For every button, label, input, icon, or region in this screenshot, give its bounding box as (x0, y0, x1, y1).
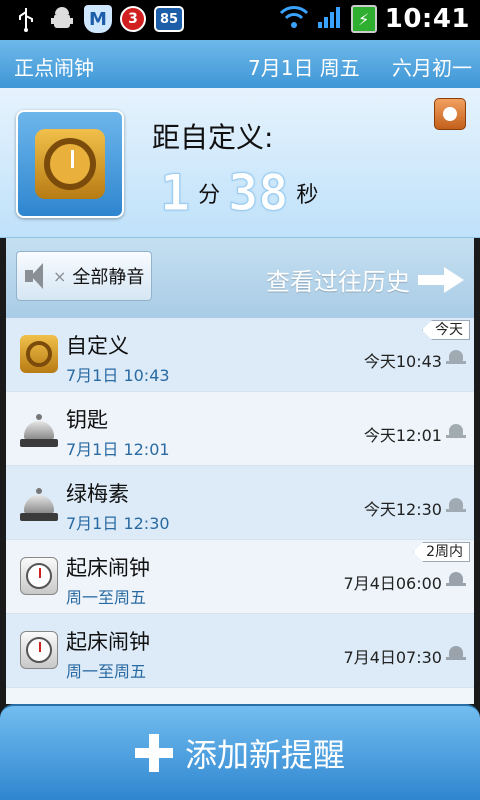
signal-icon (317, 4, 343, 34)
plus-icon (134, 734, 173, 772)
gear-icon (35, 129, 105, 199)
bell-muted-icon (446, 424, 466, 440)
bell-icon (443, 107, 457, 121)
alarm-date: 7月1日 12:01 (66, 440, 170, 459)
alarm-title: 起床闹钟 (66, 556, 150, 580)
seconds-unit: 秒 (296, 183, 319, 208)
android-debug-icon (48, 5, 76, 33)
today-tag: 今天 (422, 320, 470, 340)
alarm-title: 起床闹钟 (66, 630, 150, 654)
current-date: 7月1日 周五 (248, 56, 360, 80)
speaker-muted-icon (25, 263, 53, 289)
alarm-list: 自定义 7月1日 10:43 今天10:43 今天 钥匙 7月1日 12:01 … (6, 318, 474, 704)
add-reminder-button[interactable]: 添加新提醒 (0, 704, 480, 800)
alarm-date: 7月1日 12:30 (66, 514, 170, 533)
status-bar: M 3 85 ⚡ 10:41 (0, 0, 480, 40)
app-title: 正点闹钟 (14, 56, 94, 80)
notification-badge: 3 (120, 6, 146, 32)
alarm-title: 绿梅素 (66, 482, 129, 506)
usb-icon (12, 5, 40, 33)
alarm-title: 钥匙 (66, 408, 108, 432)
countdown-label: 距自定义: (152, 121, 274, 154)
battery-charging-icon: ⚡ (350, 5, 377, 33)
alarm-clock-icon (20, 557, 58, 595)
lunar-date: 六月初一 (392, 56, 472, 80)
alarm-clock-icon (20, 631, 58, 669)
alarm-title: 自定义 (66, 334, 129, 358)
countdown-timer: 1 分 38 秒 (159, 164, 326, 223)
score-badge: 85 (154, 6, 184, 32)
mute-all-button[interactable]: × 全部静音 (16, 251, 152, 301)
shield-icon: M (84, 5, 112, 33)
alarm-when: 今天10:43 (363, 352, 442, 371)
desk-bell-icon (20, 409, 58, 447)
next-alarm-panel: 距自定义: 1 分 38 秒 (0, 88, 480, 238)
mute-x-icon: × (53, 266, 67, 286)
add-reminder-label: 添加新提醒 (184, 736, 345, 774)
bell-icon (446, 646, 466, 662)
desk-bell-icon (20, 483, 58, 521)
mute-all-label: 全部静音 (72, 267, 145, 288)
view-history-link[interactable]: 查看过往历史 (266, 262, 464, 297)
gear-icon (20, 335, 58, 373)
clock-time: 10:41 (384, 4, 470, 34)
list-item[interactable]: 起床闹钟 周一至周五 7月4日06:00 2周内 (6, 540, 474, 614)
two-weeks-tag: 2周内 (413, 542, 470, 562)
bell-muted-icon (446, 350, 466, 366)
alarm-date: 7月1日 10:43 (66, 366, 170, 385)
alarm-when: 7月4日07:30 (343, 648, 442, 667)
bell-settings-button[interactable] (434, 98, 466, 130)
alarm-when: 今天12:01 (363, 426, 442, 445)
list-toolbar: × 全部静音 查看过往历史 (6, 238, 474, 318)
countdown-minutes: 1 (159, 164, 191, 223)
alarm-repeat: 周一至周五 (66, 662, 147, 681)
bell-icon (446, 572, 466, 588)
arrow-right-icon (418, 266, 464, 293)
next-alarm-icon[interactable] (16, 110, 124, 218)
wifi-icon (279, 4, 309, 34)
history-label: 查看过往历史 (266, 268, 410, 296)
list-item[interactable]: 自定义 7月1日 10:43 今天10:43 今天 (6, 318, 474, 392)
countdown-seconds: 38 (228, 164, 289, 223)
alarm-repeat: 周一至周五 (66, 588, 147, 607)
app-header: 正点闹钟 7月1日 周五 六月初一 (0, 40, 480, 88)
list-item[interactable]: 绿梅素 7月1日 12:30 今天12:30 (6, 466, 474, 540)
list-item[interactable]: 钥匙 7月1日 12:01 今天12:01 (6, 392, 474, 466)
bell-muted-icon (446, 498, 466, 514)
alarm-when: 7月4日06:00 (343, 574, 442, 593)
alarm-when: 今天12:30 (363, 500, 442, 519)
minutes-unit: 分 (198, 183, 221, 208)
list-item[interactable]: 起床闹钟 周一至周五 7月4日07:30 (6, 614, 474, 688)
